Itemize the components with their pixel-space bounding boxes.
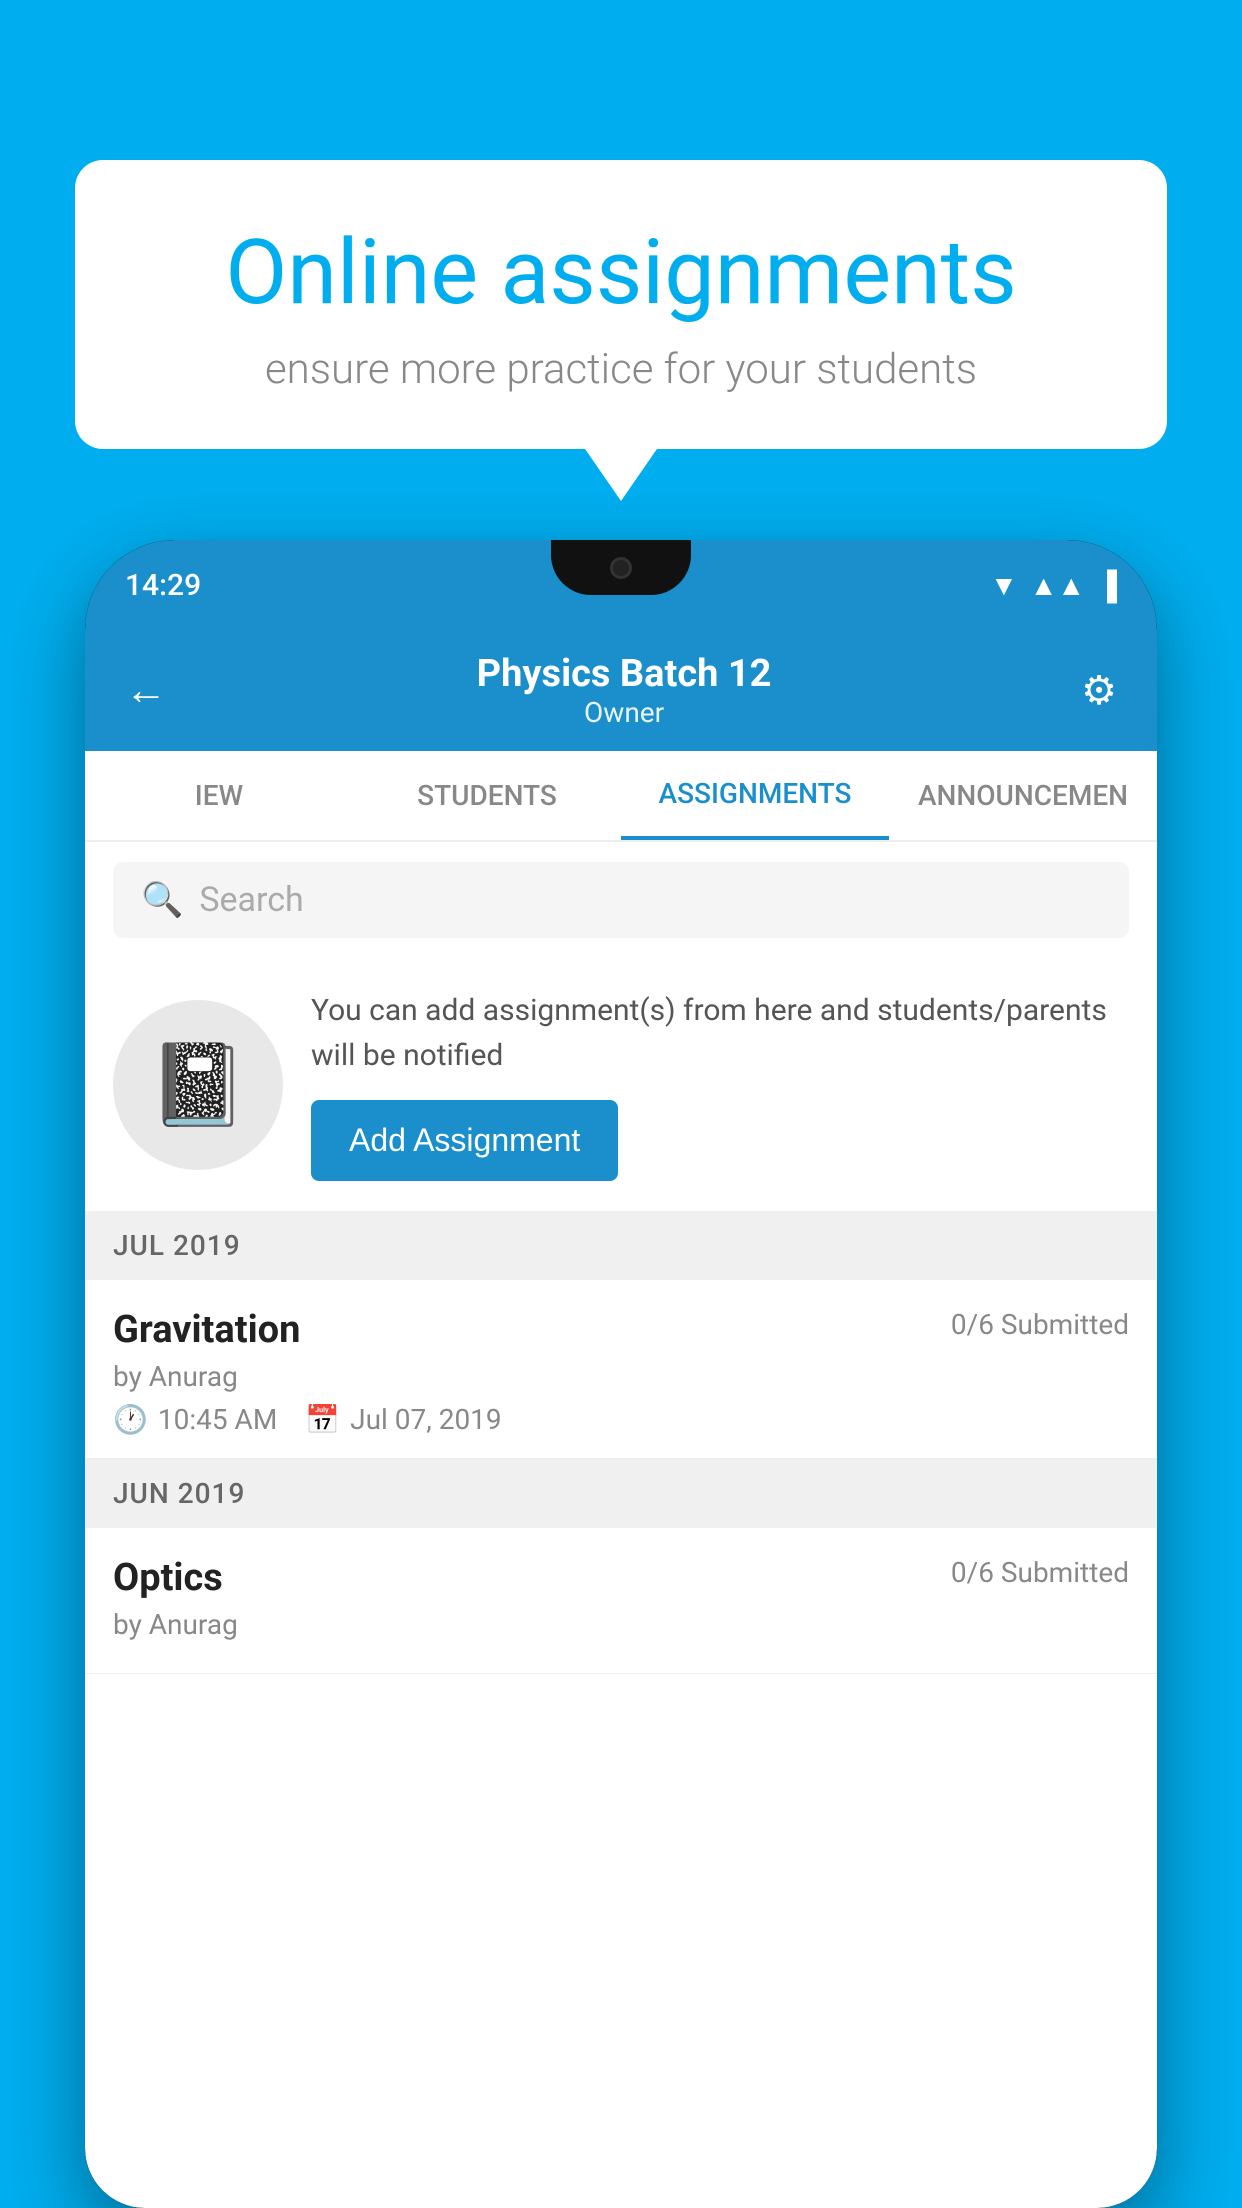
assignment-optics-row-top: Optics 0/6 Submitted	[113, 1556, 1129, 1600]
status-time: 14:29	[125, 568, 201, 603]
search-icon: 🔍	[141, 880, 183, 920]
bubble-subtitle: ensure more practice for your students	[135, 345, 1107, 394]
assignment-author-optics: by Anurag	[113, 1608, 1129, 1641]
phone-inner: 14:29 ▼ ▲▲ ▐ ← Physics Batch 12 Owner ⚙ …	[85, 540, 1157, 2208]
promo-description: You can add assignment(s) from here and …	[311, 988, 1129, 1078]
back-button[interactable]: ←	[125, 666, 167, 715]
assignment-author-gravitation: by Anurag	[113, 1360, 1129, 1393]
tab-iew[interactable]: IEW	[85, 753, 353, 838]
camera-dot	[610, 557, 632, 579]
section-label-jun: JUN 2019	[113, 1477, 245, 1510]
assignment-name-optics: Optics	[113, 1556, 223, 1600]
assignment-optics[interactable]: Optics 0/6 Submitted by Anurag	[85, 1528, 1157, 1674]
tab-bar: IEW STUDENTS ASSIGNMENTS ANNOUNCEMEN	[85, 751, 1157, 842]
tab-assignments[interactable]: ASSIGNMENTS	[621, 751, 889, 840]
assignment-submitted-gravitation: 0/6 Submitted	[951, 1308, 1129, 1341]
phone-screen: 🔍 Search 📓 You can add assignment(s) fro…	[85, 842, 1157, 2208]
assignment-submitted-optics: 0/6 Submitted	[951, 1556, 1129, 1589]
section-jun-2019: JUN 2019	[85, 1459, 1157, 1528]
battery-icon: ▐	[1097, 569, 1117, 602]
status-icons: ▼ ▲▲ ▐	[990, 569, 1117, 602]
assignment-row-top: Gravitation 0/6 Submitted	[113, 1308, 1129, 1352]
search-input-wrapper[interactable]: 🔍 Search	[113, 862, 1129, 938]
assignment-name-gravitation: Gravitation	[113, 1308, 300, 1352]
header-subtitle: Owner	[477, 696, 772, 729]
clock-icon: 🕐	[113, 1403, 148, 1436]
promo-text: You can add assignment(s) from here and …	[311, 988, 1129, 1181]
settings-icon[interactable]: ⚙	[1081, 667, 1117, 714]
assignment-time: 10:45 AM	[158, 1403, 277, 1436]
header-center: Physics Batch 12 Owner	[477, 652, 772, 729]
bubble-title: Online assignments	[135, 220, 1107, 325]
notebook-icon: 📓	[148, 1038, 248, 1132]
meta-time: 🕐 10:45 AM	[113, 1403, 277, 1436]
wifi-icon: ▼	[990, 569, 1018, 602]
calendar-icon: 📅	[305, 1403, 340, 1436]
speech-bubble-container: Online assignments ensure more practice …	[75, 160, 1167, 449]
add-assignment-button[interactable]: Add Assignment	[311, 1100, 618, 1181]
search-bar: 🔍 Search	[85, 842, 1157, 958]
notch	[551, 540, 691, 595]
promo-card: 📓 You can add assignment(s) from here an…	[85, 958, 1157, 1211]
meta-date: 📅 Jul 07, 2019	[305, 1403, 501, 1436]
header-title: Physics Batch 12	[477, 652, 772, 696]
assignment-gravitation[interactable]: Gravitation 0/6 Submitted by Anurag 🕐 10…	[85, 1280, 1157, 1459]
app-header: ← Physics Batch 12 Owner ⚙	[85, 630, 1157, 751]
phone-frame: 14:29 ▼ ▲▲ ▐ ← Physics Batch 12 Owner ⚙ …	[85, 540, 1157, 2208]
speech-bubble: Online assignments ensure more practice …	[75, 160, 1167, 449]
tab-students[interactable]: STUDENTS	[353, 753, 621, 838]
status-bar: 14:29 ▼ ▲▲ ▐	[85, 540, 1157, 630]
assignment-date: Jul 07, 2019	[350, 1403, 502, 1436]
promo-icon-circle: 📓	[113, 1000, 283, 1170]
section-jul-2019: JUL 2019	[85, 1211, 1157, 1280]
signal-icon: ▲▲	[1030, 569, 1085, 602]
tab-announcements[interactable]: ANNOUNCEMEN	[889, 753, 1157, 838]
section-label-jul: JUL 2019	[113, 1229, 241, 1262]
assignment-meta-gravitation: 🕐 10:45 AM 📅 Jul 07, 2019	[113, 1403, 1129, 1436]
search-placeholder: Search	[199, 880, 303, 920]
